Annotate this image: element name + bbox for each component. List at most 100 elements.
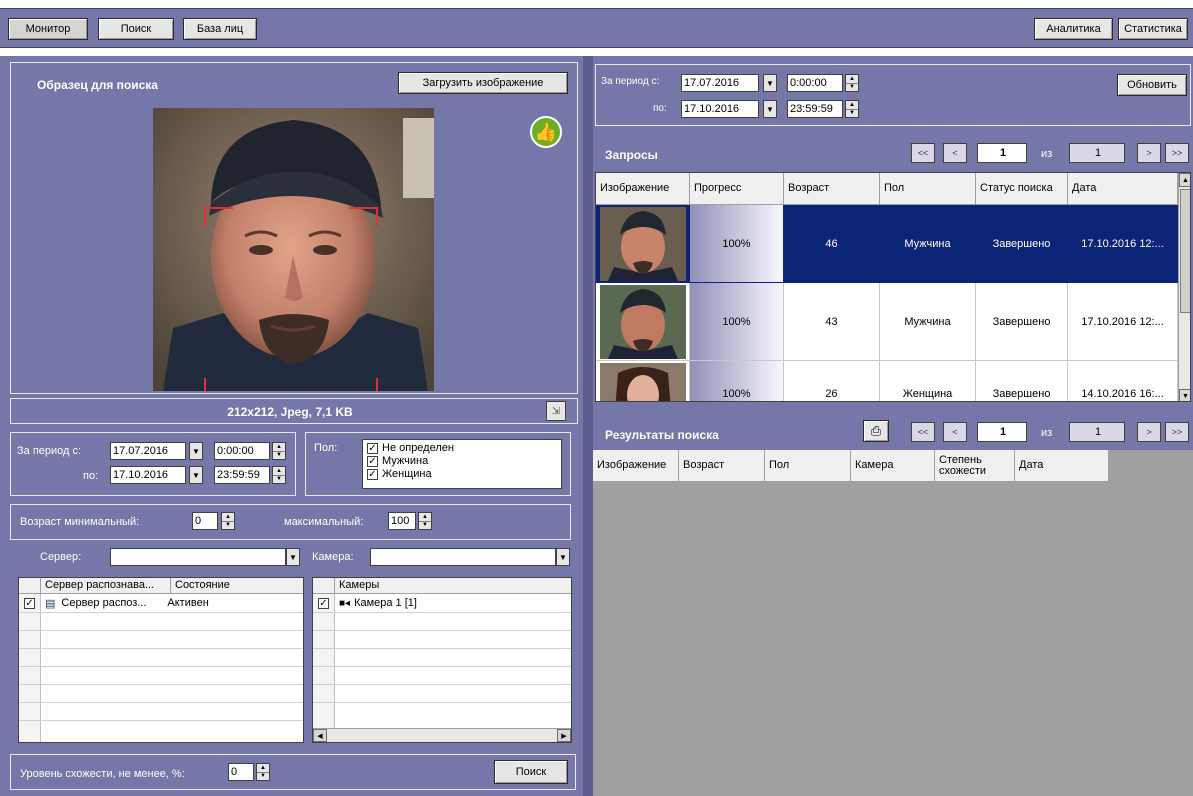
- face-db-tab-button[interactable]: База лиц: [183, 18, 257, 40]
- checkbox-checked-icon[interactable]: ✓: [367, 455, 378, 467]
- req-to-date[interactable]: 17.10.2016: [681, 100, 759, 118]
- camera-label: Камера:: [312, 551, 354, 563]
- results-first-page-button[interactable]: <<: [911, 422, 935, 442]
- gender-option-male[interactable]: ✓ Мужчина: [367, 455, 557, 468]
- period-to-time-spinner[interactable]: ▲ ▼: [272, 466, 286, 484]
- requests-next-page-button[interactable]: >: [1137, 143, 1161, 163]
- servers-col-name[interactable]: Сервер распознава...: [41, 578, 171, 594]
- req-col-image[interactable]: Изображение: [596, 173, 690, 205]
- age-max-spinner[interactable]: ▲ ▼: [418, 512, 432, 530]
- age-min-spinner[interactable]: ▲ ▼: [221, 512, 235, 530]
- table-row[interactable]: 100% 43 Мужчина Завершено 17.10.2016 12:…: [596, 283, 1178, 361]
- req-from-date-dropdown-icon[interactable]: ▼: [763, 74, 777, 92]
- load-image-button[interactable]: Загрузить изображение: [398, 72, 568, 94]
- face-thumbnail: [599, 284, 686, 359]
- req-from-date[interactable]: 17.07.2016: [681, 74, 759, 92]
- servers-col-state[interactable]: Состояние: [171, 578, 303, 594]
- period-from-date-dropdown-icon[interactable]: ▼: [189, 442, 203, 460]
- checkbox-checked-icon[interactable]: ✓: [367, 442, 378, 454]
- req-progress: 100%: [690, 205, 784, 283]
- cameras-hscrollbar[interactable]: ◀ ▶: [313, 728, 571, 742]
- period-from-time-spinner[interactable]: ▲ ▼: [272, 442, 286, 460]
- camera-icon: ■◂: [339, 597, 351, 609]
- age-max-input[interactable]: 100: [388, 512, 416, 530]
- print-icon[interactable]: ⎙: [863, 420, 889, 442]
- camera-dropdown-icon[interactable]: ▼: [556, 548, 570, 566]
- res-col-date[interactable]: Дата: [1015, 450, 1109, 482]
- req-col-age[interactable]: Возраст: [784, 173, 880, 205]
- gender-option-female[interactable]: ✓ Женщина: [367, 468, 557, 481]
- res-col-camera[interactable]: Камера: [851, 450, 935, 482]
- statistics-button[interactable]: Статистика: [1118, 18, 1188, 40]
- server-select[interactable]: [110, 548, 286, 566]
- server-label: Сервер:: [40, 551, 82, 563]
- req-to-time-spinner[interactable]: ▲ ▼: [845, 100, 859, 118]
- monitor-tab-button[interactable]: Монитор: [8, 18, 88, 40]
- splitter[interactable]: [583, 56, 593, 796]
- period-to-date-dropdown-icon[interactable]: ▼: [189, 466, 203, 484]
- req-date: 14.10.2016 16:...: [1068, 361, 1178, 401]
- face-thumbnail: [599, 362, 686, 401]
- req-gender: Мужчина: [880, 283, 976, 361]
- gender-option-undefined[interactable]: ✓ Не определен: [367, 442, 557, 455]
- period-from-date[interactable]: 17.07.2016: [110, 442, 186, 460]
- req-status: Завершено: [976, 361, 1068, 401]
- requests-prev-page-button[interactable]: <: [943, 143, 967, 163]
- requests-last-page-button[interactable]: >>: [1165, 143, 1189, 163]
- period-to-time[interactable]: 23:59:59: [214, 466, 270, 484]
- server-name: Сервер распоз...: [61, 597, 147, 609]
- server-state: Активен: [167, 597, 209, 609]
- save-image-icon[interactable]: ⇲: [546, 401, 566, 421]
- period-from-time[interactable]: 0:00:00: [214, 442, 270, 460]
- req-from-label: За период с:: [601, 76, 660, 87]
- results-page-input[interactable]: 1: [977, 422, 1027, 442]
- checkbox-checked-icon[interactable]: ✓: [24, 597, 35, 609]
- scroll-thumb[interactable]: [1180, 189, 1190, 313]
- req-to-date-dropdown-icon[interactable]: ▼: [763, 100, 777, 118]
- search-tab-button[interactable]: Поиск: [98, 18, 174, 40]
- checkbox-checked-icon[interactable]: ✓: [367, 468, 378, 480]
- table-row[interactable]: 100% 46 Мужчина Завершено 17.10.2016 12:…: [596, 205, 1178, 283]
- res-col-age[interactable]: Возраст: [679, 450, 765, 482]
- scroll-left-icon[interactable]: ◀: [313, 729, 327, 742]
- period-to-date[interactable]: 17.10.2016: [110, 466, 186, 484]
- res-col-gender[interactable]: Пол: [765, 450, 851, 482]
- req-from-time-spinner[interactable]: ▲ ▼: [845, 74, 859, 92]
- scroll-right-icon[interactable]: ▶: [557, 729, 571, 742]
- search-button[interactable]: Поиск: [494, 760, 568, 784]
- req-col-progress[interactable]: Прогресс: [690, 173, 784, 205]
- cameras-col-name[interactable]: Камеры: [335, 578, 571, 594]
- requests-first-page-button[interactable]: <<: [911, 143, 935, 163]
- scroll-up-icon[interactable]: ▲: [1179, 173, 1190, 187]
- req-col-gender[interactable]: Пол: [880, 173, 976, 205]
- table-row[interactable]: 100% 26 Женщина Завершено 14.10.2016 16:…: [596, 361, 1178, 401]
- req-gender: Женщина: [880, 361, 976, 401]
- sample-face-image: [153, 108, 434, 391]
- results-next-page-button[interactable]: >: [1137, 422, 1161, 442]
- req-col-date[interactable]: Дата: [1068, 173, 1178, 205]
- results-last-page-button[interactable]: >>: [1165, 422, 1189, 442]
- req-from-time[interactable]: 0:00:00: [787, 74, 843, 92]
- results-prev-page-button[interactable]: <: [943, 422, 967, 442]
- requests-page-input[interactable]: 1: [977, 143, 1027, 163]
- req-to-time[interactable]: 23:59:59: [787, 100, 843, 118]
- similarity-spinner[interactable]: ▲ ▼: [256, 763, 270, 781]
- checkbox-checked-icon[interactable]: ✓: [318, 597, 329, 609]
- age-min-input[interactable]: 0: [192, 512, 218, 530]
- requests-table: Изображение Прогресс Возраст Пол Статус …: [595, 172, 1191, 402]
- table-row[interactable]: ✓ ▤ Сервер распоз... Активен: [19, 594, 303, 612]
- req-thumb: [596, 205, 690, 283]
- analytics-button[interactable]: Аналитика: [1034, 18, 1113, 40]
- res-col-similarity[interactable]: Степень схожести: [935, 450, 1015, 482]
- req-col-status[interactable]: Статус поиска: [976, 173, 1068, 205]
- table-row[interactable]: ✓ ■◂ Камера 1 [1]: [313, 594, 571, 612]
- req-progress: 100%: [690, 283, 784, 361]
- results-table: Изображение Возраст Пол Камера Степень с…: [593, 450, 1193, 796]
- scroll-down-icon[interactable]: ▼: [1179, 389, 1190, 401]
- refresh-button[interactable]: Обновить: [1117, 74, 1187, 96]
- res-col-image[interactable]: Изображение: [593, 450, 679, 482]
- requests-vscrollbar[interactable]: ▲ ▼: [1178, 173, 1190, 401]
- camera-select[interactable]: [370, 548, 556, 566]
- server-dropdown-icon[interactable]: ▼: [286, 548, 300, 566]
- similarity-input[interactable]: 0: [228, 763, 254, 781]
